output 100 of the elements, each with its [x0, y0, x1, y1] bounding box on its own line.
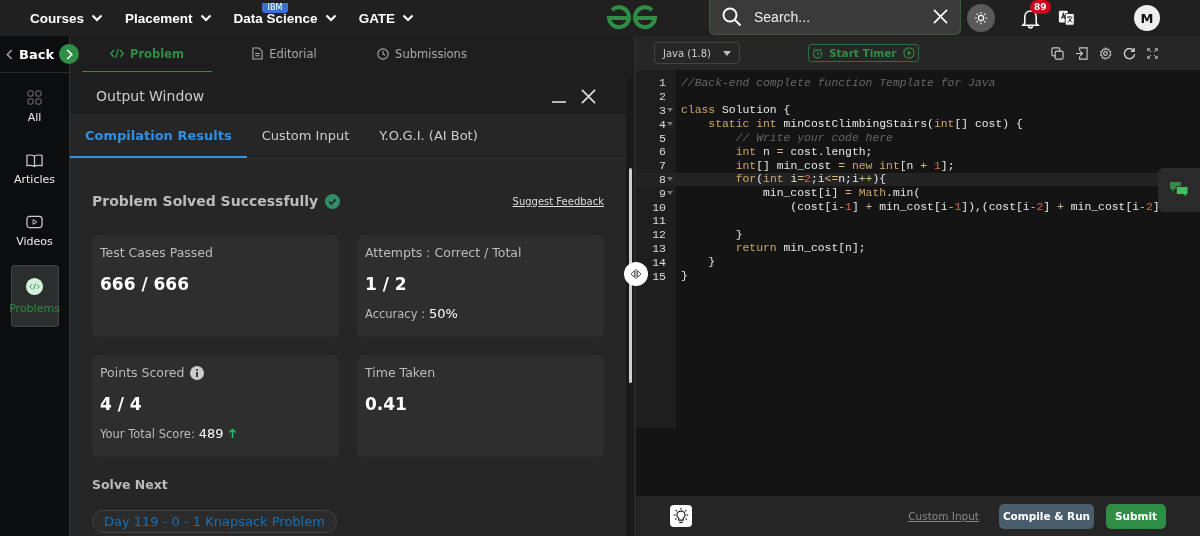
- card-label: Points Scored: [100, 365, 185, 380]
- chevron-down-icon: [91, 14, 104, 22]
- resize-icon: [630, 269, 642, 279]
- feedback-link[interactable]: Suggest Feedback: [512, 195, 604, 207]
- badge: IBM: [261, 2, 289, 13]
- code-line: }: [734, 228, 743, 241]
- card-value: 1 / 2: [365, 274, 408, 294]
- tab[interactable]: Submissions: [357, 36, 487, 72]
- play-icon: [902, 47, 915, 59]
- action-button[interactable]: Compile & Run: [999, 503, 1094, 529]
- sidebar-item[interactable]: Articles: [10, 141, 59, 197]
- import-icon[interactable]: [1075, 46, 1088, 60]
- code-line: min_cost[i] = Math.min(: [762, 187, 921, 200]
- line-number: 14: [652, 255, 666, 269]
- code-line: // Write your code here: [734, 132, 893, 145]
- status-text: Problem Solved Successfully: [92, 193, 319, 209]
- detail-value: 50%: [429, 306, 458, 321]
- tab[interactable]: Problem: [82, 36, 212, 72]
- line-number: 6: [659, 145, 666, 159]
- fold-icon[interactable]: [667, 191, 673, 196]
- chat-icon: [1169, 181, 1189, 199]
- chevron-down-icon: [402, 14, 415, 22]
- clock-icon: [377, 47, 390, 60]
- chevron-down-icon: [199, 14, 212, 22]
- line-number: 4: [659, 117, 666, 131]
- scrollbar-thumb[interactable]: [629, 168, 632, 383]
- nav-menu[interactable]: Courses: [30, 10, 104, 26]
- nav-menu[interactable]: Placement: [125, 10, 212, 26]
- code-line: //Back-end complete function Template for Java: [680, 76, 996, 89]
- code-line: (cost[i-1] + min_cost[i-1]),(cost[i-2] + min_cost[i-2]: [789, 201, 1160, 214]
- detail-value: 489: [198, 426, 224, 441]
- nav-menu[interactable]: GATE: [358, 10, 415, 26]
- settings-icon[interactable]: [1099, 46, 1112, 60]
- code-icon: [110, 48, 124, 59]
- chevron-left-icon: [6, 48, 13, 60]
- line-number: 11: [652, 214, 666, 228]
- code-line: int n = cost.length;: [734, 145, 873, 158]
- code-line: static int minCostClimbingStairs(int[] cost) {: [707, 118, 1023, 131]
- logo-icon[interactable]: [605, 4, 659, 32]
- line-number: 3: [659, 104, 666, 117]
- line-number: 15: [652, 269, 666, 283]
- line-number: 12: [652, 228, 666, 242]
- code-icon: [25, 277, 44, 296]
- window-title: Output Window: [96, 88, 205, 104]
- tab[interactable]: Y.O.G.I. (AI Bot): [364, 114, 493, 158]
- tab[interactable]: Editorial: [212, 36, 357, 72]
- card-value: 0.41: [365, 394, 408, 414]
- code-line: }: [707, 256, 716, 269]
- line-number: 9: [659, 186, 666, 200]
- action-button[interactable]: Submit: [1106, 503, 1166, 529]
- fold-icon[interactable]: [667, 122, 673, 127]
- code-line: }: [680, 270, 688, 283]
- line-number: 1: [659, 76, 666, 90]
- translate-icon[interactable]: [1058, 9, 1076, 27]
- alarm-clock-icon: [812, 47, 823, 59]
- card-label: Test Cases Passed: [100, 245, 213, 260]
- fold-icon[interactable]: [667, 177, 673, 182]
- nav-menu[interactable]: Data Science: [233, 10, 337, 26]
- custom-input-link[interactable]: Custom Input: [908, 510, 979, 522]
- expand-sidebar-button[interactable]: [59, 44, 79, 64]
- close-icon[interactable]: [581, 88, 596, 104]
- fold-icon[interactable]: [667, 108, 673, 113]
- line-number: 7: [659, 159, 666, 173]
- card-value: 666 / 666: [100, 274, 191, 294]
- sun-icon: [974, 11, 988, 25]
- back-button[interactable]: Back: [0, 46, 55, 62]
- detail-label: Accuracy :: [365, 306, 426, 321]
- refresh-icon[interactable]: [1123, 46, 1136, 60]
- lightbulb-icon: [672, 507, 690, 525]
- search-bar[interactable]: Search...: [709, 0, 961, 35]
- search-field[interactable]: Search...: [752, 7, 923, 26]
- language-dropdown[interactable]: Java (1.8): [654, 42, 740, 64]
- code-line: class Solution {: [680, 104, 791, 117]
- line-number: 2: [659, 90, 666, 104]
- card-label: Time Taken: [365, 365, 436, 380]
- card-label: Attempts : Correct / Total: [365, 245, 522, 260]
- hint-button[interactable]: [670, 505, 692, 527]
- line-number: 13: [652, 241, 666, 255]
- section-heading: Solve Next: [92, 477, 169, 492]
- tab[interactable]: Custom Input: [246, 114, 365, 158]
- chevron-down-icon: [324, 14, 337, 22]
- start-timer-button[interactable]: Start Timer: [808, 44, 919, 62]
- fullscreen-icon[interactable]: [1147, 47, 1158, 59]
- sidebar-item[interactable]: Videos: [10, 203, 59, 259]
- code-line: int[] min_cost = new int[n + 1];: [734, 159, 955, 172]
- search-icon: [722, 6, 742, 27]
- grid-icon: [27, 90, 42, 105]
- play-icon: [26, 214, 43, 229]
- sidebar-item[interactable]: All: [10, 79, 59, 135]
- copy-icon[interactable]: [1051, 46, 1064, 60]
- card-value: 4 / 4: [100, 394, 143, 414]
- caret-icon: [723, 50, 731, 56]
- user-avatar[interactable]: M: [1134, 5, 1160, 31]
- tab[interactable]: Compilation Results: [70, 114, 247, 158]
- theme-toggle-button[interactable]: [967, 4, 995, 32]
- line-number: 10: [652, 200, 666, 214]
- detail-label: Your Total Score:: [100, 426, 195, 441]
- book-icon: [26, 152, 43, 167]
- chevron-right-icon: [64, 48, 74, 60]
- chat-button[interactable]: [1158, 168, 1200, 212]
